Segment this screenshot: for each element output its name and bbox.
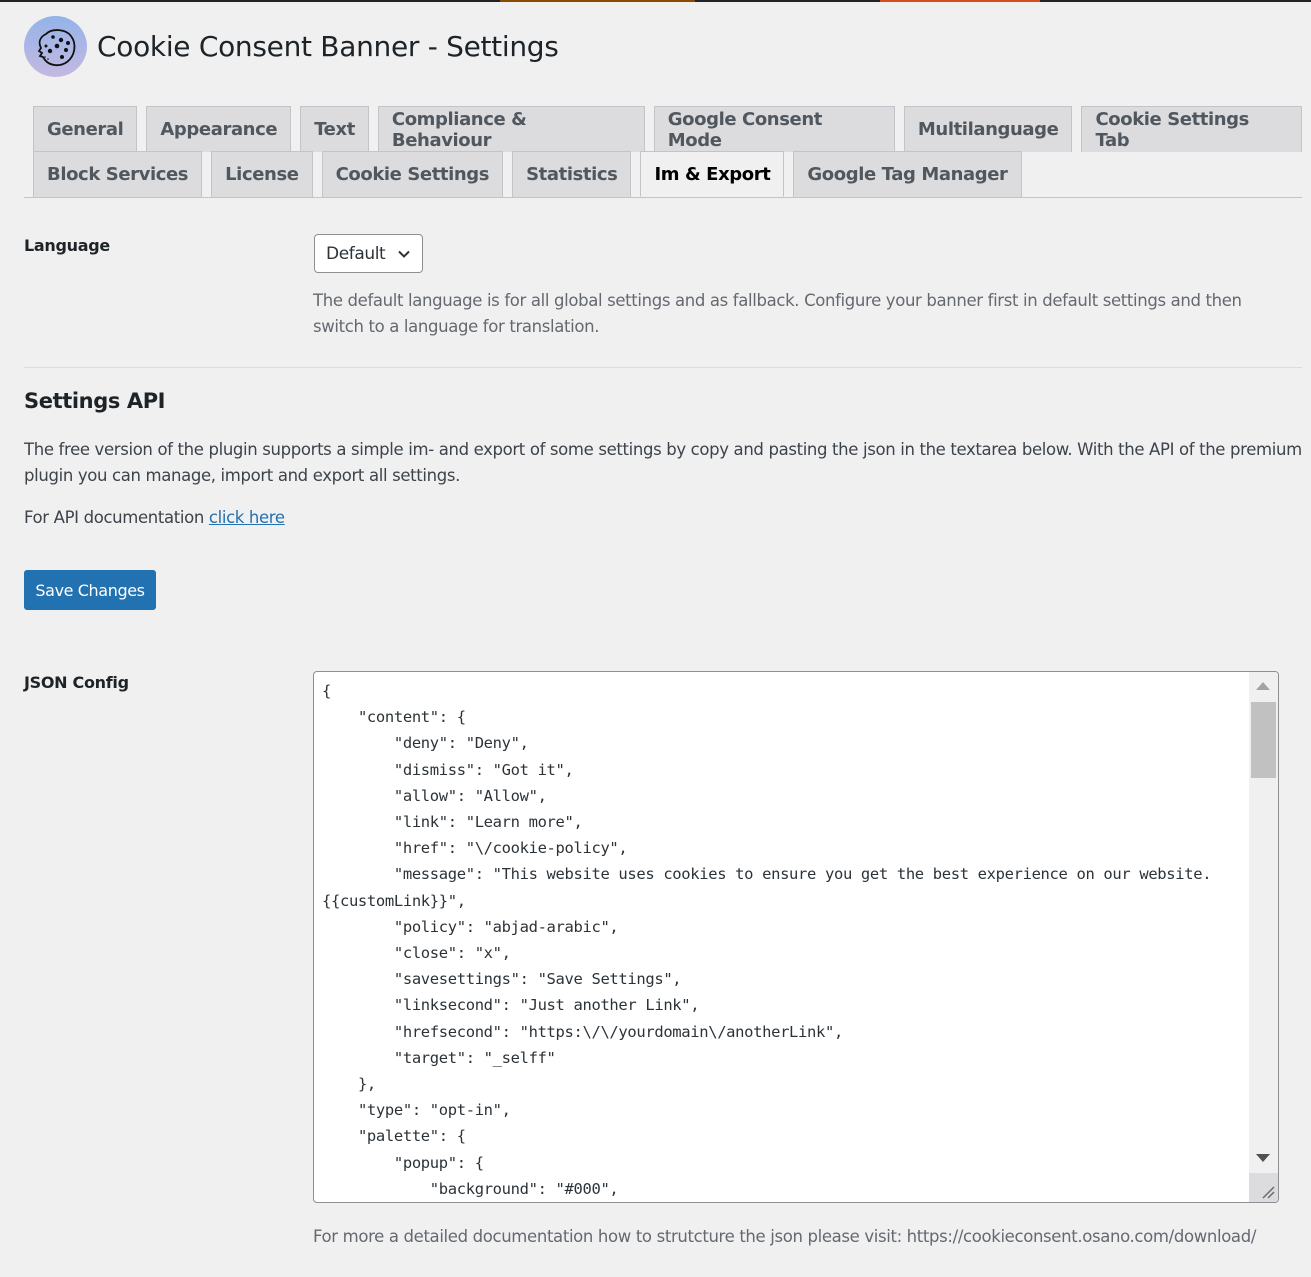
json-config-label: JSON Config	[24, 673, 129, 692]
top-bar-accent	[500, 0, 695, 2]
tab-multilanguage[interactable]: Multilanguage	[903, 106, 1073, 152]
page-header: Cookie Consent Banner - Settings	[24, 16, 559, 77]
tab-statistics[interactable]: Statistics	[512, 151, 632, 197]
chevron-down-icon	[397, 246, 411, 266]
language-select-value: Default	[326, 243, 386, 264]
tab-google-consent-mode[interactable]: Google Consent Mode	[653, 106, 895, 152]
tab-text[interactable]: Text	[300, 106, 369, 152]
settings-tabs: General Appearance Text Compliance & Beh…	[24, 106, 1302, 198]
cookie-icon	[24, 16, 87, 77]
language-select[interactable]: Default	[314, 234, 423, 273]
settings-api-description: The free version of the plugin supports …	[24, 440, 1302, 485]
api-doc-prefix: For API documentation	[24, 508, 209, 527]
admin-top-bar	[0, 0, 1311, 2]
tab-row-1: General Appearance Text Compliance & Beh…	[24, 106, 1302, 152]
language-description: The default language is for all global s…	[313, 291, 1242, 336]
scroll-up-arrow-icon[interactable]	[1256, 682, 1270, 690]
tab-license[interactable]: License	[211, 151, 313, 197]
tab-block-services[interactable]: Block Services	[33, 151, 203, 197]
tab-row-2: Block Services License Cookie Settings S…	[24, 151, 1302, 197]
resize-handle-icon[interactable]	[1249, 1173, 1278, 1202]
scrollbar-thumb[interactable]	[1251, 702, 1276, 778]
settings-api-heading: Settings API	[24, 389, 166, 413]
save-changes-button[interactable]: Save Changes	[24, 570, 156, 610]
textarea-scrollbar[interactable]	[1249, 672, 1278, 1202]
tabs-divider	[24, 197, 1302, 198]
page-title: Cookie Consent Banner - Settings	[97, 30, 559, 63]
scroll-down-arrow-icon[interactable]	[1256, 1154, 1270, 1162]
json-config-textarea-frame: { "content": { "deny": "Deny", "dismiss"…	[313, 671, 1279, 1203]
tab-im-export[interactable]: Im & Export	[640, 151, 785, 197]
tab-general[interactable]: General	[33, 106, 138, 152]
api-doc-link[interactable]: click here	[209, 508, 285, 527]
api-doc-line: For API documentation click here	[24, 505, 1304, 531]
tab-cookie-settings-tab[interactable]: Cookie Settings Tab	[1081, 106, 1302, 152]
tab-compliance-behaviour[interactable]: Compliance & Behaviour	[377, 106, 645, 152]
top-bar-accent	[880, 0, 1040, 2]
language-label: Language	[24, 236, 110, 255]
json-config-textarea[interactable]: { "content": { "deny": "Deny", "dismiss"…	[314, 672, 1249, 1202]
json-config-help: For more a detailed documentation how to…	[313, 1227, 1257, 1246]
tab-google-tag-manager[interactable]: Google Tag Manager	[793, 151, 1022, 197]
section-divider	[24, 367, 1302, 368]
tab-appearance[interactable]: Appearance	[146, 106, 292, 152]
tab-cookie-settings[interactable]: Cookie Settings	[321, 151, 504, 197]
